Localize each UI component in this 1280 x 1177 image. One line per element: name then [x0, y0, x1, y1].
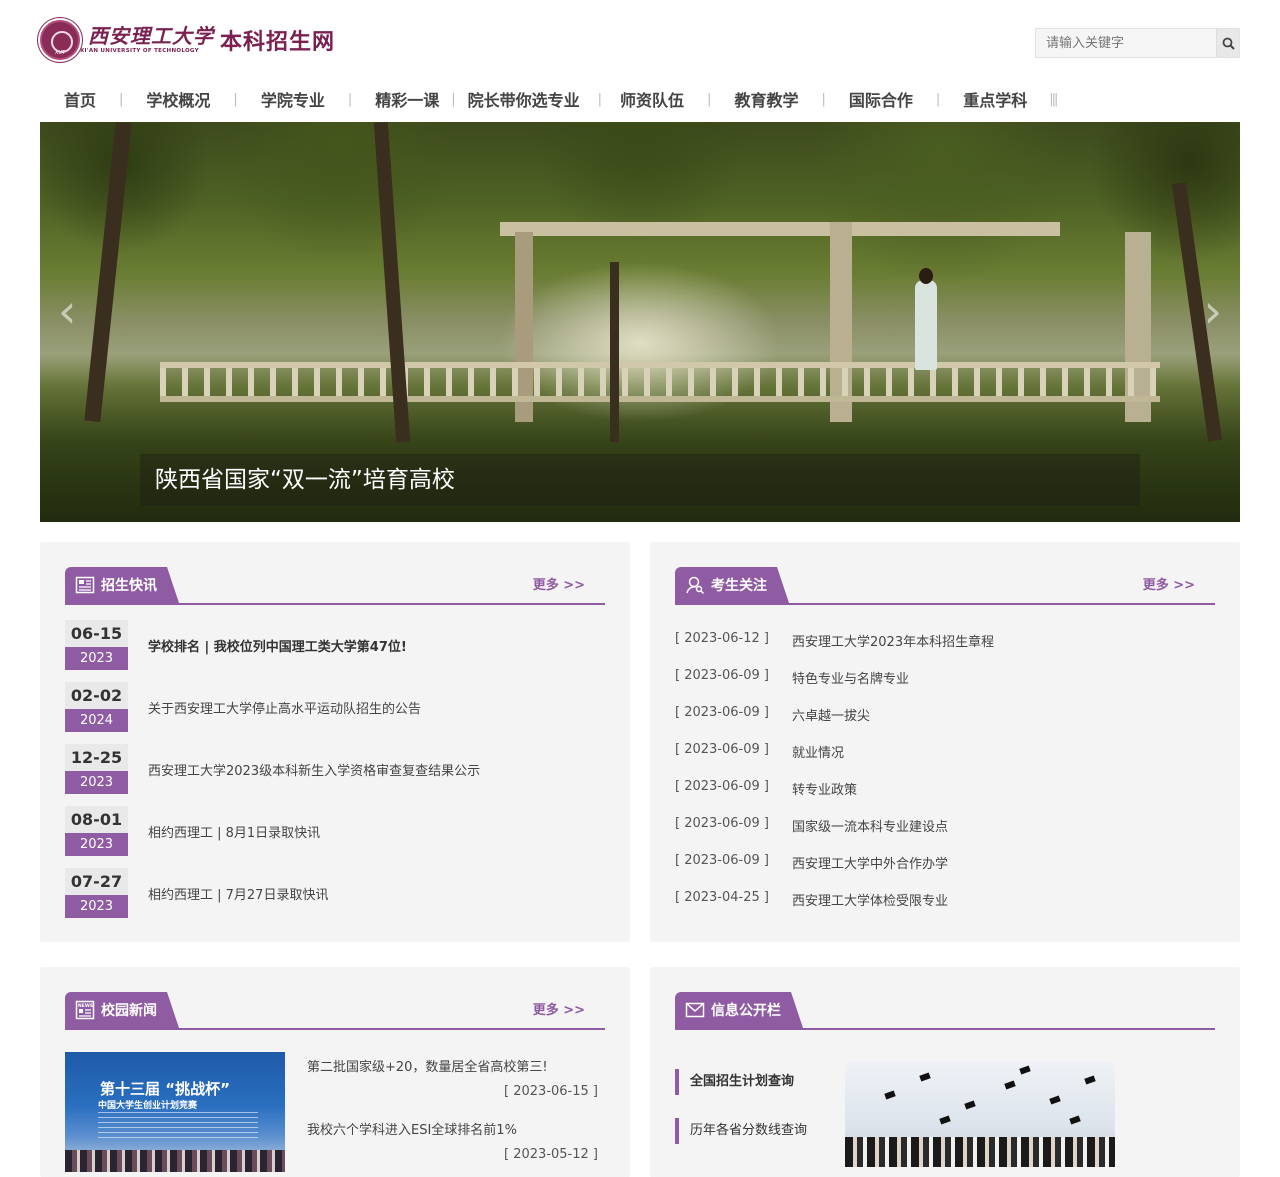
news-icon: NEWS	[75, 1000, 95, 1020]
info-disclosure-title: 信息公开栏	[675, 992, 803, 1028]
admission-news-title: 招生快讯	[65, 567, 179, 603]
list-item[interactable]: [ 2023-06-09 ] 国家级一流本科专业建设点	[675, 816, 948, 835]
hero-banner[interactable]: ‹ › 陕西省国家“双一流”培育高校	[40, 122, 1240, 522]
nav-item-overview[interactable]: 学校概况	[146, 87, 210, 111]
score-lines-link[interactable]: 历年各省分数线查询	[675, 1118, 807, 1144]
nav-item-teaching[interactable]: 教育教学	[734, 87, 798, 111]
list-item[interactable]: [ 2023-06-09 ] 转专业政策	[675, 779, 857, 798]
nav-item-international[interactable]: 国际合作	[849, 87, 913, 111]
campus-news-date: [ 2023-06-15 ]	[504, 1084, 598, 1099]
main-nav: 首页 | 学校概况 | 学院专业 | 精彩一课 | 院长带你选专业 | 师资队伍 | 教育教…	[40, 76, 1240, 122]
news-title[interactable]: 相约西理工 | 7月27日录取快讯	[148, 884, 328, 903]
news-title[interactable]: 学校排名 | 我校位列中国理工类大学第47位!	[148, 636, 407, 655]
list-item[interactable]: [ 2023-06-09 ] 就业情况	[675, 742, 844, 761]
student-figure	[915, 280, 937, 370]
search-icon	[1222, 37, 1235, 50]
header: XUT 西安理工大学 XI'AN UNIVERSITY OF TECHNOLOG…	[0, 0, 1280, 76]
search-input[interactable]	[1036, 29, 1216, 57]
news-row[interactable]: 06-15 2023 学校排名 | 我校位列中国理工类大学第47位!	[65, 620, 407, 670]
campus-news-image[interactable]: 第十三届 “挑战杯” 中国大学生创业计划竞赛	[65, 1052, 285, 1172]
campus-news-item[interactable]: 第二批国家级+20，数量居全省高校第三!	[307, 1056, 548, 1075]
news-title[interactable]: 西安理工大学2023级本科新生入学资格审查复查结果公示	[148, 760, 480, 779]
site-logo[interactable]: XUT 西安理工大学 XI'AN UNIVERSITY OF TECHNOLOG…	[40, 18, 335, 62]
news-title[interactable]: 关于西安理工大学停止高水平运动队招生的公告	[148, 698, 421, 717]
applicant-focus-panel: 考生关注 更多 >> [ 2023-06-12 ] 西安理工大学2023年本科招生…	[650, 542, 1240, 942]
nav-item-colleges[interactable]: 学院专业	[261, 87, 325, 111]
info-disclosure-panel: 信息公开栏 全国招生计划查询 历年各省分数线查询	[650, 967, 1240, 1177]
campus-news-item[interactable]: 我校六个学科进入ESI全球排名前1%	[307, 1119, 517, 1138]
news-row[interactable]: 07-27 2023 相约西理工 | 7月27日录取快讯	[65, 868, 328, 918]
site-title: 本科招生网	[220, 30, 336, 55]
enrollment-plan-link[interactable]: 全国招生计划查询	[675, 1069, 794, 1095]
svg-text:NEWS: NEWS	[78, 1003, 93, 1009]
user-search-icon	[685, 575, 705, 595]
nav-item-dean-majors[interactable]: 院长带你选专业	[468, 87, 580, 111]
university-seal-icon: XUT	[40, 20, 80, 60]
banner-prev-arrow[interactable]: ‹	[58, 284, 76, 338]
search-button[interactable]	[1216, 29, 1239, 57]
graduation-image	[845, 1062, 1115, 1167]
nav-item-lessons[interactable]: 精彩一课	[375, 87, 439, 111]
admission-news-more-link[interactable]: 更多 >>	[533, 574, 585, 593]
banner-caption: 陕西省国家“双一流”培育高校	[140, 454, 1140, 506]
list-item[interactable]: [ 2023-06-09 ] 西安理工大学中外合作办学	[675, 853, 948, 872]
campus-news-title: NEWS 校园新闻	[65, 992, 179, 1028]
applicant-focus-more-link[interactable]: 更多 >>	[1143, 574, 1195, 593]
envelope-icon	[685, 1000, 705, 1020]
admission-news-panel: 招生快讯 更多 >> 06-15 2023 学校排名 | 我校位列中国理工类大学第…	[40, 542, 630, 942]
applicant-focus-title: 考生关注	[675, 567, 789, 603]
list-item[interactable]: [ 2023-06-09 ] 特色专业与名牌专业	[675, 668, 909, 687]
nav-item-faculty[interactable]: 师资队伍	[620, 87, 684, 111]
news-row[interactable]: 02-02 2024 关于西安理工大学停止高水平运动队招生的公告	[65, 682, 421, 732]
news-row[interactable]: 12-25 2023 西安理工大学2023级本科新生入学资格审查复查结果公示	[65, 744, 480, 794]
list-item[interactable]: [ 2023-04-25 ] 西安理工大学体检受限专业	[675, 890, 948, 909]
campus-news-date: [ 2023-05-12 ]	[504, 1147, 598, 1162]
nav-item-home[interactable]: 首页	[64, 87, 96, 111]
nav-item-key-disciplines[interactable]: 重点学科	[963, 87, 1027, 111]
list-item[interactable]: [ 2023-06-09 ] 六卓越一拔尖	[675, 705, 870, 724]
search-box	[1035, 28, 1240, 58]
logo-english-name: XI'AN UNIVERSITY OF TECHNOLOGY	[80, 48, 199, 54]
news-row[interactable]: 08-01 2023 相约西理工 | 8月1日录取快讯	[65, 806, 320, 856]
logo-chinese-name: 西安理工大学	[88, 24, 214, 48]
newspaper-icon	[75, 575, 95, 595]
campus-news-panel: NEWS 校园新闻 更多 >> 第十三届 “挑战杯” 中国大学生创业计划竞赛 第…	[40, 967, 630, 1177]
list-item[interactable]: [ 2023-06-12 ] 西安理工大学2023年本科招生章程	[675, 631, 994, 650]
campus-news-more-link[interactable]: 更多 >>	[533, 999, 585, 1018]
banner-next-arrow[interactable]: ›	[1204, 284, 1222, 338]
news-title[interactable]: 相约西理工 | 8月1日录取快讯	[148, 822, 320, 841]
